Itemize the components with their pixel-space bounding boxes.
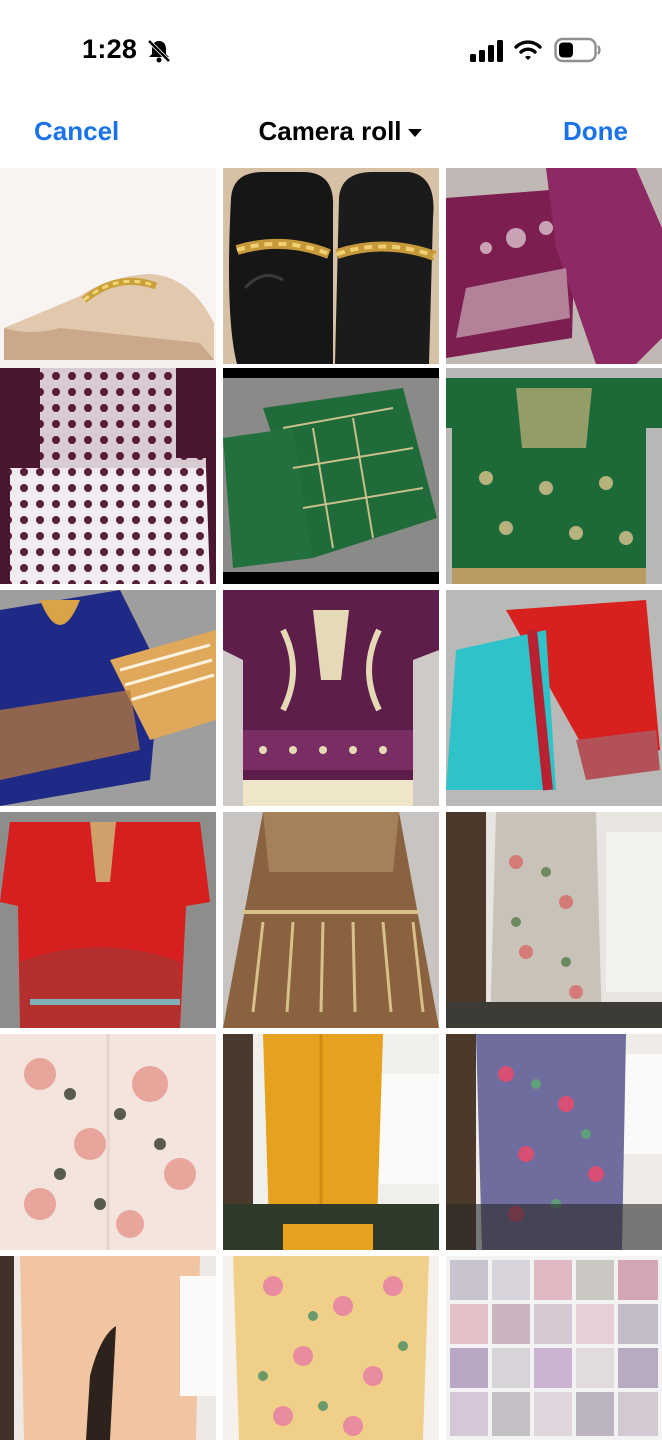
photo-beige-chain-mule[interactable] — [0, 168, 216, 384]
page-title: Camera roll — [258, 116, 402, 146]
photo-floral-suit-mirror[interactable] — [446, 812, 662, 1028]
photo-mustard-kurta[interactable] — [223, 1034, 439, 1250]
photo-magenta-embroidered-suit[interactable] — [446, 168, 662, 384]
photo-purple-printed-kurta[interactable] — [223, 590, 439, 806]
photo-yellow-floral-kurta[interactable] — [223, 1256, 439, 1440]
nav-bar: Cancel Camera roll Done — [0, 100, 662, 166]
photo-pink-floral-shirt[interactable] — [0, 1034, 216, 1250]
photo-red-embroidered-kurta[interactable] — [0, 812, 216, 1028]
bell-slash-icon — [147, 39, 171, 63]
wifi-icon — [514, 40, 542, 60]
status-time: 1:28 — [82, 34, 138, 64]
photo-blue-embroidered-suit[interactable] — [0, 590, 216, 806]
photo-brown-printed-frock[interactable] — [223, 812, 439, 1028]
photo-grid — [0, 168, 662, 1440]
status-bar: 1:28 — [0, 0, 662, 100]
battery-icon — [554, 37, 601, 63]
cellular-signal-icon — [470, 40, 503, 62]
photo-black-chain-loafers[interactable] — [223, 168, 439, 384]
photo-suits-collage[interactable] — [446, 1256, 662, 1440]
photo-green-embroidered-dupatta[interactable] — [223, 368, 439, 584]
caret-down-icon — [407, 129, 422, 138]
done-button[interactable]: Done — [563, 116, 628, 147]
photo-peach-kurta[interactable] — [0, 1256, 216, 1440]
photo-red-teal-suit[interactable] — [446, 590, 662, 806]
photo-lavender-floral-suit[interactable] — [446, 1034, 662, 1250]
photo-green-embroidered-kurta[interactable] — [446, 368, 662, 584]
photo-maroon-white-print-kurta[interactable] — [0, 368, 216, 584]
